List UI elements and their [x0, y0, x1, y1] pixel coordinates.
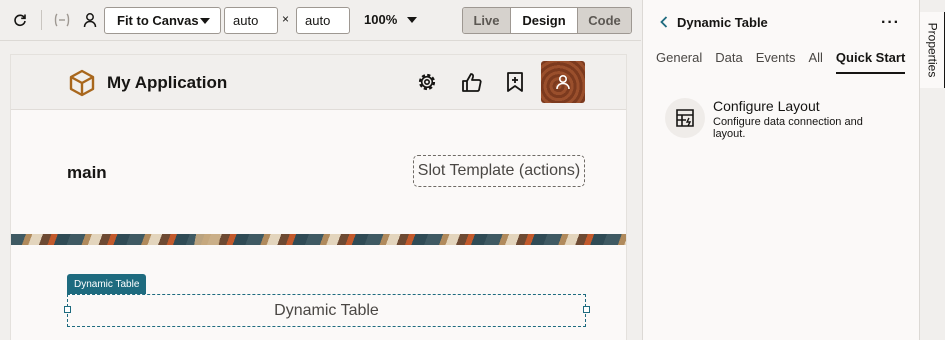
tab-all[interactable]: All [808, 50, 822, 74]
refresh-icon[interactable] [10, 10, 30, 30]
properties-side-tab-label: Properties [925, 22, 940, 78]
live-mode-button[interactable]: Live [463, 8, 511, 33]
avatar[interactable] [541, 61, 585, 103]
user-icon[interactable] [80, 10, 100, 30]
mode-switcher: Live Design Code [462, 7, 632, 34]
zoom-value: 100% [364, 12, 398, 27]
bookmark-add-icon[interactable] [502, 69, 528, 95]
design-mode-button[interactable]: Design [511, 8, 578, 33]
more-options-icon[interactable]: ··· [881, 14, 900, 32]
user-avatar-icon [556, 74, 570, 90]
tab-events[interactable]: Events [756, 50, 796, 74]
variable-icon[interactable] [52, 10, 72, 30]
fit-to-canvas-label: Fit to Canvas [117, 13, 199, 28]
chevron-down-icon [407, 16, 418, 23]
app-title: My Application [107, 73, 228, 92]
configure-layout-quick-start[interactable]: Configure Layout Configure data connecti… [665, 98, 905, 144]
side-tab-strip: Properties [919, 0, 945, 340]
canvas-width-input[interactable] [224, 7, 278, 34]
dynamic-table-component-tag[interactable]: Dynamic Table [67, 274, 147, 294]
thumbs-up-icon[interactable] [459, 69, 485, 95]
tab-data[interactable]: Data [715, 50, 742, 74]
fit-to-canvas-select[interactable]: Fit to Canvas [104, 7, 221, 34]
tab-quick-start[interactable]: Quick Start [835, 50, 906, 74]
canvas-toolbar: Fit to Canvas × 100% Live Design Code [0, 0, 641, 41]
quick-start-description: Configure data connection and layout. [713, 116, 863, 140]
properties-side-tab[interactable]: Properties [920, 12, 945, 88]
zoom-select[interactable]: 100% [364, 12, 418, 27]
chevron-left-icon[interactable] [657, 15, 671, 29]
toolbar-divider [41, 10, 42, 30]
resize-handle-right[interactable] [583, 306, 590, 313]
panel-title: Dynamic Table [677, 15, 768, 30]
property-tabs: General Data Events All Quick Start [656, 50, 918, 74]
code-mode-button[interactable]: Code [578, 8, 631, 33]
resize-handle-left[interactable] [64, 306, 71, 313]
canvas-height-input[interactable] [296, 7, 350, 34]
quick-start-title: Configure Layout [713, 98, 820, 114]
design-canvas: My Application main Slot Template (actio… [0, 42, 641, 340]
main-slot-label: main [67, 163, 107, 182]
dynamic-table-component[interactable]: Dynamic Table [67, 294, 586, 327]
dimension-times-label: × [282, 12, 290, 26]
app-preview: My Application main Slot Template (actio… [11, 55, 626, 340]
tab-general[interactable]: General [656, 50, 702, 74]
table-layout-icon [665, 98, 705, 138]
cube-logo-icon [68, 69, 96, 97]
chevron-down-icon [200, 18, 210, 24]
properties-panel: Dynamic Table ··· General Data Events Al… [642, 0, 919, 340]
app-header[interactable]: My Application [11, 55, 626, 110]
decorative-banner-image [11, 234, 626, 245]
gear-icon[interactable] [414, 69, 440, 95]
slot-template-actions[interactable]: Slot Template (actions) [413, 155, 585, 187]
